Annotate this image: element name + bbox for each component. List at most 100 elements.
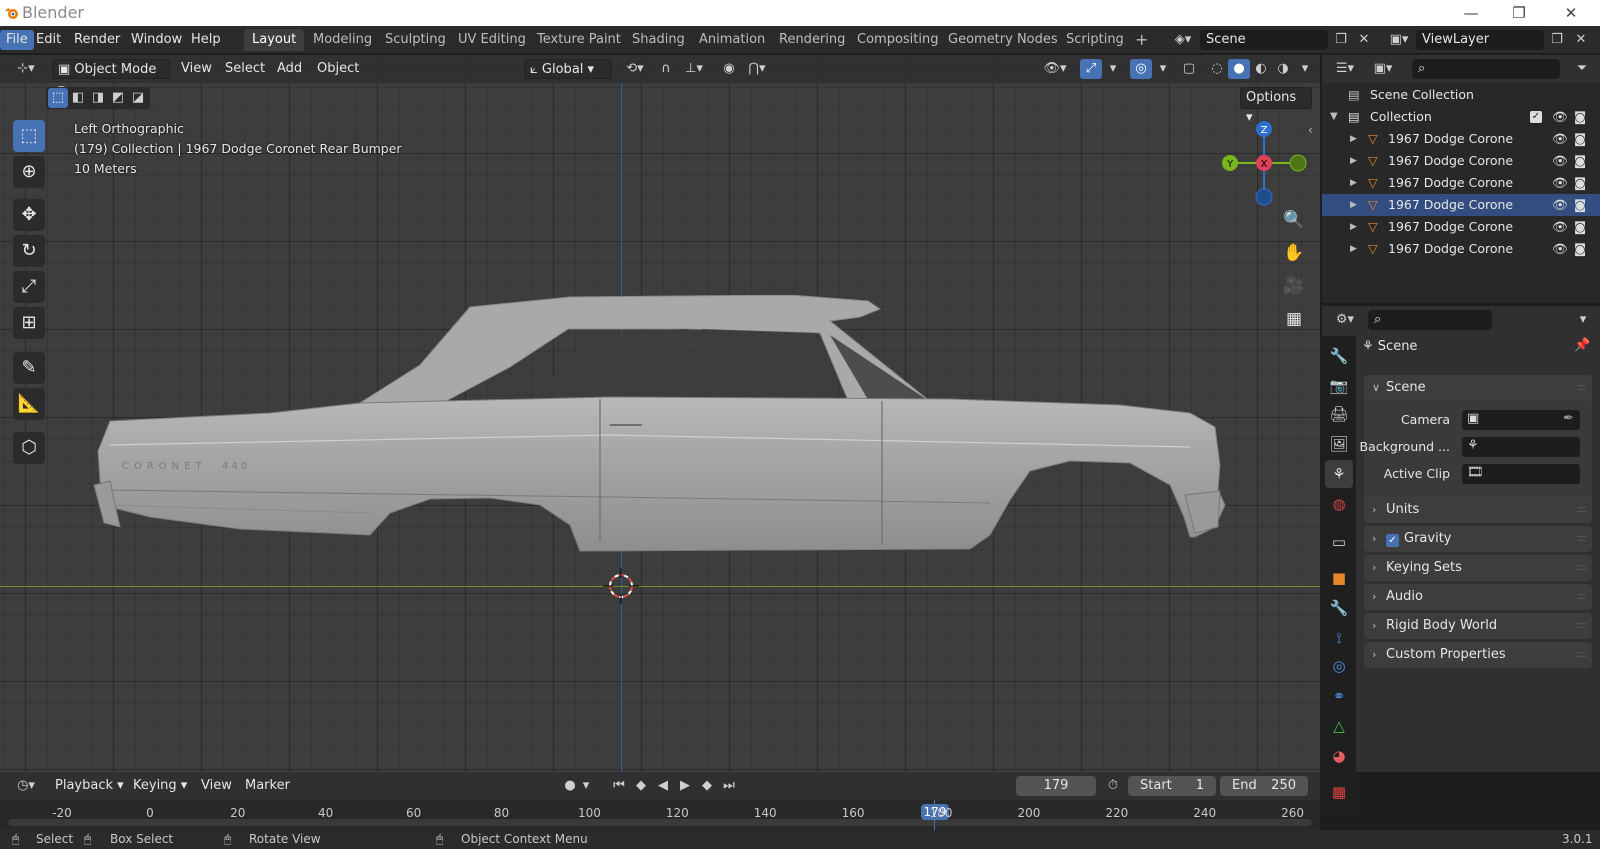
select-intersect-icon[interactable]: ◪ (128, 88, 148, 108)
menu-keying[interactable]: Keying ▾ (128, 776, 192, 796)
filter-icon[interactable]: ⏷ (1568, 59, 1596, 79)
menu-marker[interactable]: Marker (240, 776, 295, 796)
snap-target-icon[interactable]: ⊥▾ (679, 59, 709, 79)
outliner-editor-type-icon[interactable]: ☰▾ (1330, 59, 1360, 79)
overlays-dropdown-icon[interactable]: ▾ (1152, 59, 1174, 79)
navigation-gizmo[interactable]: Z Y X (1212, 117, 1308, 213)
viewlayer-name-field[interactable]: ViewLayer (1416, 30, 1544, 50)
outliner-object-row[interactable]: ▶ ▽ 1967 Dodge Corone 👁 ◙ (1322, 172, 1600, 194)
camera-render-icon[interactable]: ◙ (1574, 238, 1586, 260)
add-workspace-button[interactable]: + (1127, 29, 1156, 51)
timeline-scrollbar[interactable] (8, 819, 1312, 826)
transform-tool-icon[interactable]: ⊞ (13, 307, 45, 339)
object-mode-dropdown[interactable]: ▣ Object Mode ▾ (52, 59, 170, 97)
camera-render-icon[interactable]: ◙ (1574, 172, 1586, 194)
menu-render[interactable]: Render (68, 30, 126, 50)
ortho-grid-icon[interactable]: ▦ (1280, 305, 1308, 333)
tab-shading[interactable]: Shading (624, 29, 693, 51)
scene-panel-header[interactable]: ∨ Scene :::: (1364, 375, 1592, 401)
zoom-icon[interactable]: 🔍 (1280, 206, 1308, 234)
select-extend-icon[interactable]: ◧ (68, 88, 88, 108)
proportional-edit-icon[interactable]: ◉ (718, 59, 740, 79)
outliner-object-row[interactable]: ▶ ▽ 1967 Dodge Corone 👁 ◙ (1322, 238, 1600, 260)
panel-rigid-body-world[interactable]: › Rigid Body World:::: (1364, 613, 1592, 639)
3d-cursor-icon[interactable] (603, 568, 639, 604)
eye-icon[interactable]: 👁 (1552, 194, 1568, 216)
render-tab-icon[interactable]: 📷 (1325, 372, 1353, 400)
eyedropper-icon[interactable]: ✒ (1563, 411, 1574, 426)
outliner-search-input[interactable]: ⌕ (1412, 59, 1560, 79)
output-tab-icon[interactable]: 🖨 (1325, 400, 1353, 428)
expand-arrow-icon[interactable]: ▶ (1350, 194, 1357, 216)
modifier-tab-icon[interactable]: 🔧 (1325, 594, 1353, 622)
eye-icon[interactable]: 👁 (1552, 216, 1568, 238)
panel-gravity[interactable]: › ✓ Gravity:::: (1364, 526, 1592, 552)
record-dropdown-icon[interactable]: ▾ (579, 776, 593, 796)
pin-icon[interactable]: 📌 (1574, 338, 1590, 353)
tab-uv-editing[interactable]: UV Editing (450, 29, 534, 51)
camera-field[interactable]: ▣ ✒ (1462, 410, 1580, 430)
drag-grip-icon[interactable]: :::: (1577, 375, 1588, 401)
camera-render-icon[interactable]: ◙ (1574, 106, 1586, 128)
play-icon[interactable]: ▶ (674, 776, 696, 796)
stopwatch-icon[interactable]: ⏱ (1102, 776, 1124, 796)
scene-tab-icon[interactable]: ⚘ (1325, 460, 1353, 488)
current-frame-field[interactable]: 179 (1016, 776, 1096, 796)
tab-rendering[interactable]: Rendering (771, 29, 853, 51)
minimize-button[interactable]: — (1448, 1, 1494, 25)
eye-icon[interactable]: 👁 (1552, 238, 1568, 260)
close-window-button[interactable]: ✕ (1548, 1, 1594, 25)
object-tab-icon[interactable]: ■ (1325, 564, 1353, 592)
display-mode-icon[interactable]: ▣▾ (1368, 59, 1398, 79)
falloff-icon[interactable]: ⋂▾ (742, 59, 772, 79)
tab-sculpting[interactable]: Sculpting (377, 29, 454, 51)
pan-hand-icon[interactable]: ✋ (1280, 239, 1308, 267)
new-scene-icon[interactable]: ❐ (1330, 30, 1352, 50)
drag-grip-icon[interactable]: :::: (1577, 526, 1588, 552)
gravity-checkbox[interactable]: ✓ (1386, 534, 1399, 547)
camera-render-icon[interactable]: ◙ (1574, 216, 1586, 238)
3d-viewport[interactable]: CORONET 440 Left Orthographic (179) Coll… (0, 55, 1320, 772)
start-frame-field[interactable]: Start 1 (1128, 776, 1216, 796)
overlays-toggle-icon[interactable]: ◎ (1130, 59, 1152, 79)
snap-icon[interactable]: ∩ (655, 59, 677, 79)
visibility-icon[interactable]: 👁▾ (1040, 59, 1070, 79)
car-body-mesh[interactable]: CORONET 440 (90, 295, 1250, 615)
orientation-dropdown[interactable]: ⟀ Global ▾ (524, 59, 612, 79)
material-tab-icon[interactable]: ◕ (1325, 742, 1353, 770)
active-clip-field[interactable]: 🎞 (1462, 464, 1580, 484)
eye-icon[interactable]: 👁 (1552, 106, 1568, 128)
menu-help[interactable]: Help (185, 30, 227, 50)
tab-animation[interactable]: Animation (691, 29, 773, 51)
drag-grip-icon[interactable]: :::: (1577, 497, 1588, 523)
eye-icon[interactable]: 👁 (1552, 128, 1568, 150)
menu-timeline-view[interactable]: View (196, 776, 237, 796)
properties-options-icon[interactable]: ▾ (1572, 310, 1594, 330)
wireframe-shading-icon[interactable]: ◌ (1206, 59, 1228, 79)
expand-arrow-icon[interactable]: ▶ (1350, 150, 1357, 172)
panel-audio[interactable]: › Audio:::: (1364, 584, 1592, 610)
jump-start-icon[interactable]: ⏮ (608, 776, 630, 796)
new-viewlayer-icon[interactable]: ❐ (1546, 30, 1568, 50)
delete-viewlayer-icon[interactable]: ✕ (1570, 30, 1592, 50)
next-keyframe-icon[interactable]: ◆ (696, 776, 718, 796)
menu-view[interactable]: View (176, 59, 217, 79)
camera-render-icon[interactable]: ◙ (1574, 150, 1586, 172)
tab-layout[interactable]: Layout (244, 29, 305, 51)
expand-arrow-icon[interactable]: ▶ (1350, 216, 1357, 238)
xray-icon[interactable]: ▢ (1178, 59, 1200, 79)
menu-add[interactable]: Add (272, 59, 307, 79)
menu-edit[interactable]: Edit (30, 30, 67, 50)
gizmo-toggle-icon[interactable]: ⤢ (1080, 59, 1102, 79)
outliner-object-row[interactable]: ▶ ▽ 1967 Dodge Corone 👁 ◙ (1322, 128, 1600, 150)
end-frame-field[interactable]: End 250 (1220, 776, 1308, 796)
outliner-collection[interactable]: ▼ ▤ Collection ✓ 👁 ◙ (1322, 106, 1600, 128)
cursor-tool-icon[interactable]: ⊕ (13, 156, 45, 188)
particles-tab-icon[interactable]: ⟟ (1325, 624, 1353, 652)
collection-tab-icon[interactable]: ▭ (1325, 528, 1353, 556)
menu-object[interactable]: Object (312, 59, 364, 79)
background-field[interactable]: ⚘ (1462, 437, 1580, 457)
sidebar-toggle-icon[interactable]: ‹ (1308, 123, 1313, 137)
drag-grip-icon[interactable]: :::: (1577, 555, 1588, 581)
properties-editor-type-icon[interactable]: ⚙▾ (1330, 310, 1360, 330)
